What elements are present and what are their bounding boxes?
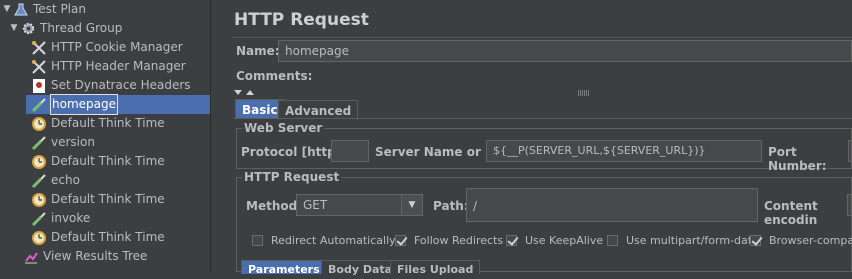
method-value: GET — [303, 198, 328, 212]
checkbox-box[interactable] — [252, 235, 263, 246]
timer-icon — [30, 192, 48, 208]
tree-item-think-time[interactable]: Default Think Time — [30, 114, 165, 133]
server-label: Server Name or IP: — [375, 145, 504, 159]
path-field[interactable]: / — [466, 188, 758, 222]
pipette-icon — [30, 173, 48, 189]
tree-item-label: homepage — [50, 94, 118, 115]
script-icon — [30, 78, 48, 94]
page-title: HTTP Request — [234, 10, 369, 30]
path-label: Path: — [433, 199, 469, 213]
test-plan-tree: ▼ Test Plan ▼ Thread Group HTTP Cookie M… — [0, 0, 210, 272]
method-select[interactable]: GET ▼ — [296, 194, 423, 216]
tree-item-invoke[interactable]: invoke — [30, 209, 90, 228]
tools-icon — [30, 59, 48, 75]
graph-icon — [22, 249, 40, 265]
port-label: Port Number: — [768, 145, 827, 173]
tree-item-label: Default Think Time — [51, 154, 165, 168]
collapse-divider[interactable] — [232, 86, 852, 96]
tree-item-label: invoke — [51, 211, 91, 225]
content-encoding-field[interactable] — [847, 194, 852, 216]
name-field[interactable]: homepage — [278, 40, 852, 62]
tab-strip-line — [233, 118, 852, 119]
comments-label: Comments: — [236, 69, 313, 83]
server-name-field[interactable]: ${__P(SERVER_URL,${SERVER_URL})} — [486, 140, 762, 162]
tree-item-thread-group[interactable]: ▼ Thread Group — [9, 19, 123, 38]
method-label: Method: — [246, 199, 302, 213]
pipette-icon — [30, 135, 48, 151]
checkbox-box[interactable] — [750, 235, 761, 246]
timer-icon — [30, 154, 48, 170]
tree-item-dynatrace-headers[interactable]: Set Dynatrace Headers — [30, 76, 191, 95]
tree-item-label: Default Think Time — [51, 230, 165, 244]
follow-redirects-checkbox[interactable]: Follow Redirects — [395, 234, 503, 247]
content-encoding-label: Content encodin — [764, 199, 818, 227]
checkbox-label: Follow Redirects — [414, 234, 504, 247]
tree-item-label: Default Think Time — [51, 192, 165, 206]
pipette-icon — [30, 211, 48, 227]
tree-item-version[interactable]: version — [30, 133, 95, 152]
tree-item-label: View Results Tree — [43, 249, 148, 263]
tab-advanced[interactable]: Advanced — [278, 100, 359, 120]
tree-item-think-time[interactable]: Default Think Time — [30, 228, 165, 247]
chevron-down-icon[interactable]: ▼ — [401, 195, 422, 215]
web-server-title: Web Server — [242, 121, 325, 135]
tree-item-header-manager[interactable]: HTTP Header Manager — [30, 57, 186, 76]
checkbox-label: Redirect Automatically — [271, 234, 396, 247]
name-label: Name: — [236, 44, 280, 58]
tree-item-think-time[interactable]: Default Think Time — [30, 152, 165, 171]
tree-item-echo[interactable]: echo — [30, 171, 80, 190]
checkbox-label: Browser-compatib — [769, 234, 852, 247]
tree-item-label: Default Think Time — [51, 116, 165, 130]
tree-item-label: Test Plan — [33, 2, 86, 16]
tree-item-label: echo — [51, 173, 80, 187]
tree-item-cookie-manager[interactable]: HTTP Cookie Manager — [30, 38, 183, 57]
http-request-group-title: HTTP Request — [242, 170, 342, 184]
flask-icon — [12, 2, 30, 18]
tree-item-think-time[interactable]: Default Think Time — [30, 190, 165, 209]
browser-compatible-checkbox[interactable]: Browser-compatib — [750, 234, 852, 247]
tree-item-view-results-tree[interactable]: View Results Tree — [22, 247, 147, 266]
http-request-panel: HTTP Request Name: homepage Comments: Ba… — [219, 0, 852, 276]
port-field[interactable] — [848, 140, 852, 162]
timer-icon — [30, 116, 48, 132]
tree-item-test-plan[interactable]: ▼ Test Plan — [2, 0, 86, 19]
redirect-automatically-checkbox[interactable]: Redirect Automatically — [252, 234, 396, 247]
use-keepalive-checkbox[interactable]: Use KeepAlive — [506, 234, 603, 247]
checkbox-label: Use KeepAlive — [525, 234, 604, 247]
tree-item-label: HTTP Cookie Manager — [51, 40, 183, 54]
tree-item-label: HTTP Header Manager — [51, 59, 186, 73]
gear-icon — [19, 21, 37, 37]
pipette-icon — [30, 97, 48, 113]
title-divider — [232, 37, 852, 38]
tree-item-label: Thread Group — [40, 21, 123, 35]
tree-item-label: version — [51, 135, 95, 149]
checkbox-box[interactable] — [506, 235, 517, 246]
timer-icon — [30, 230, 48, 246]
expand-arrow-icon[interactable]: ▼ — [9, 19, 19, 38]
checkbox-box[interactable] — [395, 235, 406, 246]
checkbox-label: Use multipart/form-data — [626, 234, 759, 247]
tools-icon — [30, 40, 48, 56]
protocol-field[interactable] — [331, 140, 369, 162]
checkbox-box[interactable] — [607, 235, 618, 246]
tree-item-label: Set Dynatrace Headers — [51, 78, 191, 92]
tree-item-homepage[interactable]: homepage — [26, 94, 210, 115]
expand-arrow-icon[interactable]: ▼ — [2, 0, 12, 19]
use-multipart-checkbox[interactable]: Use multipart/form-data — [607, 234, 759, 247]
